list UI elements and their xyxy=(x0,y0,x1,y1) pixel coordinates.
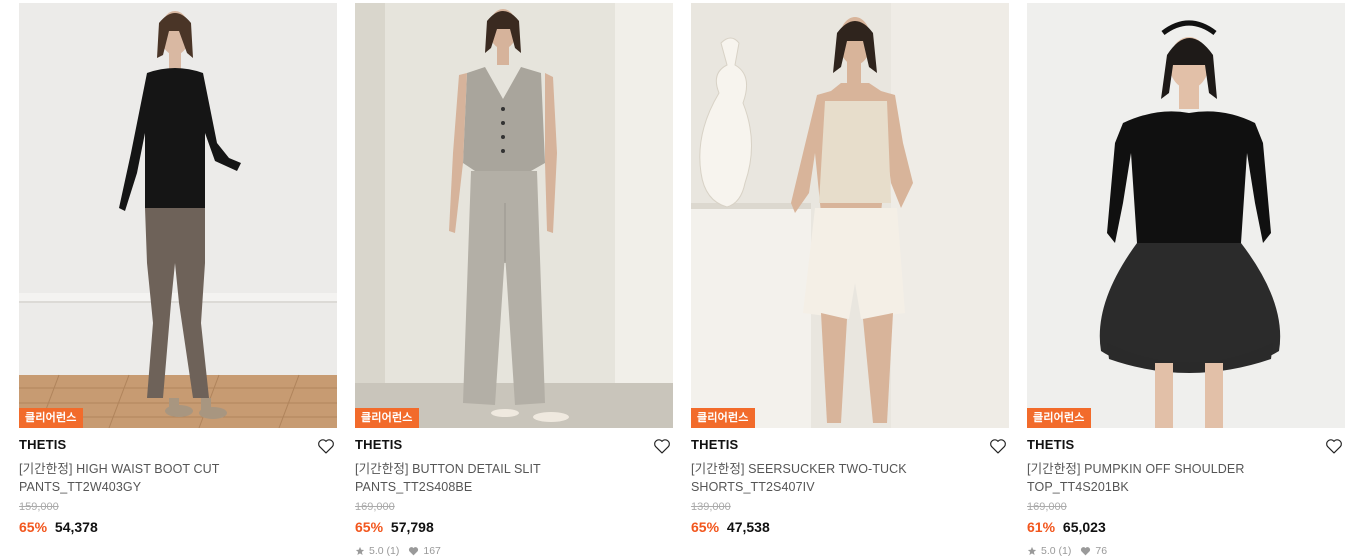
price-row: 65% 47,538 xyxy=(691,518,1009,536)
wishlist-heart-icon[interactable] xyxy=(1325,438,1343,454)
product-photo xyxy=(19,3,337,428)
original-price: 169,000 xyxy=(355,501,395,513)
product-grid: 클리어런스 THETIS [기간한정] HIGH WAIST BOOT CUT … xyxy=(0,0,1358,557)
product-name[interactable]: [기간한정] BUTTON DETAIL SLIT PANTS_TT2S408B… xyxy=(355,460,655,496)
star-icon xyxy=(355,546,365,555)
product-card[interactable]: 클리어런스 THETIS [기간한정] SEERSUCKER TWO-TUCK … xyxy=(691,3,1009,536)
brand-name[interactable]: THETIS xyxy=(19,437,337,453)
product-info: THETIS [기간한정] BUTTON DETAIL SLIT PANTS_T… xyxy=(355,428,673,558)
sale-price: 54,378 xyxy=(54,519,98,535)
brand-name[interactable]: THETIS xyxy=(355,437,673,453)
product-name[interactable]: [기간한정] HIGH WAIST BOOT CUT PANTS_TT2W403… xyxy=(19,460,319,496)
wishlist-heart-icon[interactable] xyxy=(989,438,1007,454)
product-image-link[interactable]: 클리어런스 xyxy=(19,3,337,428)
sale-price: 47,538 xyxy=(726,519,770,535)
like-count: 76 xyxy=(1095,545,1108,557)
product-card[interactable]: 클리어런스 THETIS [기간한정] PUMPKIN OFF SHOULDER… xyxy=(1027,3,1345,558)
product-card[interactable]: 클리어런스 THETIS [기간한정] HIGH WAIST BOOT CUT … xyxy=(19,3,337,536)
star-icon xyxy=(1027,546,1037,555)
review-summary[interactable]: 5.0 (1) 76 xyxy=(1027,544,1345,558)
product-info: THETIS [기간한정] SEERSUCKER TWO-TUCK SHORTS… xyxy=(691,428,1009,536)
product-info: THETIS [기간한정] PUMPKIN OFF SHOULDER TOP_T… xyxy=(1027,428,1345,558)
clearance-badge: 클리어런스 xyxy=(1027,408,1091,428)
product-name[interactable]: [기간한정] SEERSUCKER TWO-TUCK SHORTS_TT2S40… xyxy=(691,460,991,496)
review-summary[interactable]: 5.0 (1) 167 xyxy=(355,544,673,558)
product-photo xyxy=(1027,3,1345,428)
discount-rate: 65% xyxy=(19,519,48,535)
review-count: (1) xyxy=(386,545,400,557)
discount-rate: 61% xyxy=(1027,519,1056,535)
product-image-link[interactable]: 클리어런스 xyxy=(691,3,1009,428)
product-info: THETIS [기간한정] HIGH WAIST BOOT CUT PANTS_… xyxy=(19,428,337,536)
price-row: 65% 54,378 xyxy=(19,518,337,536)
price-row: 65% 57,798 xyxy=(355,518,673,536)
product-image-link[interactable]: 클리어런스 xyxy=(355,3,673,428)
clearance-badge: 클리어런스 xyxy=(19,408,83,428)
heart-filled-icon xyxy=(409,547,419,556)
rating-score: 5.0 xyxy=(1041,545,1056,557)
original-price: 169,000 xyxy=(1027,501,1067,513)
price-row: 61% 65,023 xyxy=(1027,518,1345,536)
sale-price: 65,023 xyxy=(1062,519,1106,535)
like-count: 167 xyxy=(423,545,441,557)
heart-filled-icon xyxy=(1081,547,1091,556)
clearance-badge: 클리어런스 xyxy=(355,408,419,428)
brand-name[interactable]: THETIS xyxy=(1027,437,1345,453)
discount-rate: 65% xyxy=(691,519,720,535)
product-photo xyxy=(355,3,673,428)
original-price: 159,000 xyxy=(19,501,59,513)
clearance-badge: 클리어런스 xyxy=(691,408,755,428)
product-card[interactable]: 클리어런스 THETIS [기간한정] BUTTON DETAIL SLIT P… xyxy=(355,3,673,558)
brand-name[interactable]: THETIS xyxy=(691,437,1009,453)
product-photo xyxy=(691,3,1009,428)
original-price: 139,000 xyxy=(691,501,731,513)
sale-price: 57,798 xyxy=(390,519,434,535)
rating-score: 5.0 xyxy=(369,545,384,557)
wishlist-heart-icon[interactable] xyxy=(317,438,335,454)
wishlist-heart-icon[interactable] xyxy=(653,438,671,454)
review-count: (1) xyxy=(1058,545,1072,557)
product-image-link[interactable]: 클리어런스 xyxy=(1027,3,1345,428)
discount-rate: 65% xyxy=(355,519,384,535)
product-name[interactable]: [기간한정] PUMPKIN OFF SHOULDER TOP_TT4S201B… xyxy=(1027,460,1327,496)
